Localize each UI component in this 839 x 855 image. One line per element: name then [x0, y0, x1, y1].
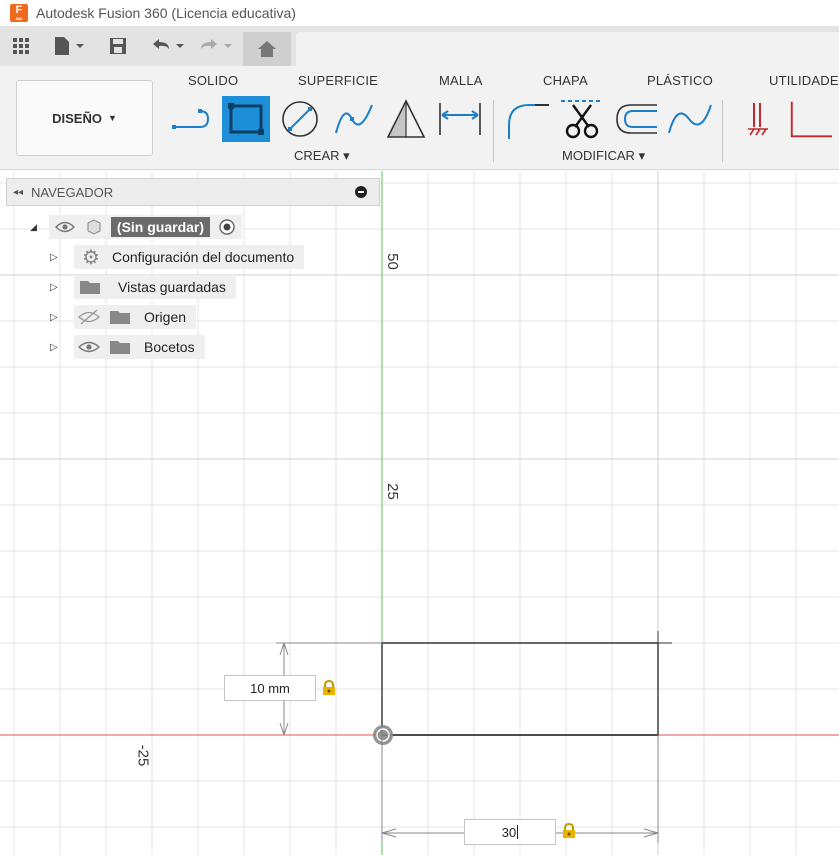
save-icon[interactable] [107, 33, 129, 59]
eye-icon[interactable] [78, 339, 100, 355]
radio-active-icon[interactable] [218, 218, 236, 236]
sketch-canvas[interactable]: 50 25 -25 10 mm 30 [0, 171, 839, 855]
tab-utilidades[interactable]: UTILIDADES [769, 73, 839, 88]
navigator-item-label: Origen [144, 309, 187, 325]
document-tab[interactable] [296, 32, 839, 66]
folder-icon [110, 311, 130, 324]
expand-arrow-icon[interactable]: ▷ [50, 312, 64, 323]
home-icon[interactable] [243, 32, 291, 66]
workspace-label: DISEÑO [52, 110, 102, 126]
folder-icon [80, 281, 100, 294]
axis-label-y25: 25 [383, 483, 401, 500]
spline-tool-icon[interactable] [330, 96, 378, 142]
horizontal-constraint-icon[interactable] [734, 96, 782, 142]
eye-icon[interactable] [54, 220, 75, 234]
navigator-item-origin[interactable]: ▷ Origen [50, 305, 197, 329]
modify-panel-label[interactable]: MODIFICAR ▾ [562, 148, 645, 164]
triangle-tool-icon[interactable] [382, 96, 430, 142]
divider [722, 100, 723, 162]
trim-tool-icon[interactable] [558, 96, 606, 142]
component-icon [87, 219, 101, 235]
expand-arrow-icon[interactable]: ▷ [50, 342, 64, 353]
chevron-down-icon: ▼ [107, 113, 117, 123]
minimize-icon[interactable] [355, 186, 367, 198]
workspace-selector-button[interactable]: DISEÑO ▼ [16, 80, 153, 156]
window-title: Autodesk Fusion 360 (Licencia educativa) [36, 5, 296, 21]
tab-chapa[interactable]: CHAPA [543, 73, 588, 88]
tab-plastico[interactable]: PLÁSTICO [647, 73, 713, 88]
rectangle-tool-icon[interactable] [222, 96, 270, 142]
line-tool-icon[interactable] [168, 96, 216, 142]
ribbon: SOLIDO SUPERFICIE MALLA CHAPA PLÁSTICO U… [0, 66, 839, 170]
grid-and-sketch [0, 171, 839, 855]
navigator-root-row[interactable]: ◢ (Sin guardar) [30, 215, 243, 239]
divider [493, 100, 494, 162]
offset-tool-icon[interactable] [612, 96, 660, 142]
lock-icon[interactable] [322, 680, 336, 696]
navigator-panel-header[interactable]: ◂◂ NAVEGADOR [6, 178, 380, 206]
undo-icon[interactable] [148, 33, 188, 59]
folder-icon [110, 341, 130, 354]
navigator-item-saved-views[interactable]: ▷ Vistas guardadas [50, 275, 236, 299]
text-cursor [517, 825, 519, 839]
lock-icon[interactable] [562, 823, 576, 839]
gear-icon: ⚙ [82, 246, 100, 269]
navigator-item-label: Bocetos [144, 339, 195, 355]
eye-hidden-icon[interactable] [78, 309, 100, 325]
tab-malla[interactable]: MALLA [439, 73, 483, 88]
file-icon[interactable] [52, 33, 88, 59]
axis-label-y50: 50 [383, 253, 401, 270]
navigator-item-config[interactable]: ▷ ⚙ Configuración del documento [50, 245, 305, 269]
navigator-item-label: Vistas guardadas [118, 279, 226, 295]
tab-superficie[interactable]: SUPERFICIE [298, 73, 378, 88]
width-dimension-input[interactable]: 30 [464, 819, 556, 845]
expand-arrow-icon[interactable]: ▷ [50, 252, 64, 263]
navigator-title: NAVEGADOR [31, 184, 114, 200]
navigator-item-label: Configuración del documento [112, 249, 295, 265]
axis-label-x-neg25: -25 [134, 744, 152, 767]
perpendicular-constraint-icon[interactable] [786, 96, 834, 142]
tab-solido[interactable]: SOLIDO [188, 73, 238, 88]
width-value: 30 [501, 824, 517, 840]
create-panel-label[interactable]: CREAR ▾ [294, 148, 350, 164]
collapse-icon[interactable]: ◂◂ [13, 187, 23, 198]
expand-triangle-icon[interactable]: ◢ [30, 222, 37, 233]
title-bar: F 360 Autodesk Fusion 360 (Licencia educa… [0, 0, 839, 26]
dimension-tool-icon[interactable] [436, 96, 484, 142]
fillet-tool-icon[interactable] [504, 96, 552, 142]
expand-arrow-icon[interactable]: ▷ [50, 282, 64, 293]
circle-tool-icon[interactable] [276, 96, 324, 142]
navigator-item-sketches[interactable]: ▷ Bocetos [50, 335, 205, 359]
quick-access-toolbar [0, 26, 839, 66]
fusion-logo-icon: F 360 [10, 4, 28, 22]
grid-icon[interactable] [10, 33, 32, 59]
curve-tool-icon[interactable] [666, 96, 714, 142]
redo-icon[interactable] [196, 33, 236, 59]
height-dimension-input[interactable]: 10 mm [224, 675, 316, 701]
root-component-label: (Sin guardar) [110, 217, 211, 237]
